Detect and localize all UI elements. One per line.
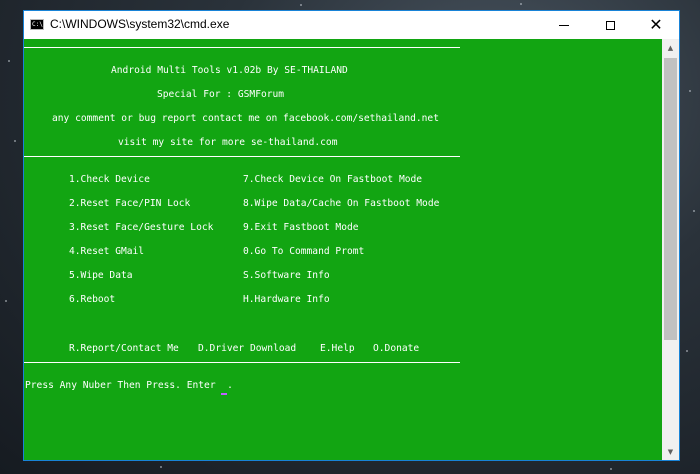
close-button[interactable]: ✕ (633, 11, 679, 39)
header-site: visit my site for more se-thailand.com (118, 137, 338, 148)
menu-item: 4.Reset GMail (69, 246, 145, 257)
menu-item: H.Hardware Info (243, 294, 330, 305)
cmd-window: C:\WINDOWS\system32\cmd.exe ✕ Android Mu… (23, 10, 680, 461)
divider-bottom (24, 362, 460, 363)
option-donate: O.Donate (373, 343, 420, 354)
menu-item: 9.Exit Fastboot Mode (243, 222, 359, 233)
close-icon: ✕ (649, 15, 663, 34)
command-prompt: Press Any Nuber Then Press. Enter . (25, 380, 233, 391)
window-title: C:\WINDOWS\system32\cmd.exe (50, 17, 230, 31)
menu-item: 7.Check Device On Fastboot Mode (243, 174, 423, 185)
title-bar[interactable]: C:\WINDOWS\system32\cmd.exe ✕ (24, 11, 679, 39)
option-driver-download: D.Driver Download (198, 343, 297, 354)
menu-item: 1.Check Device (69, 174, 150, 185)
scroll-down-arrow-icon[interactable]: ▼ (662, 443, 679, 460)
menu-item: 3.Reset Face/Gesture Lock (69, 222, 214, 233)
divider-top (24, 47, 460, 48)
option-help: E.Help (320, 343, 355, 354)
minimize-icon (559, 24, 569, 26)
option-report: R.Report/Contact Me (69, 343, 179, 354)
menu-item: 0.Go To Command Promt (243, 246, 365, 257)
divider-middle (24, 156, 460, 157)
menu-item: 8.Wipe Data/Cache On Fastboot Mode (243, 198, 440, 209)
scrollbar-thumb[interactable] (664, 58, 677, 340)
maximize-icon (605, 20, 615, 30)
console-output[interactable]: Android Multi Tools v1.02b By SE-THAILAN… (24, 39, 664, 460)
header-contact: any comment or bug report contact me on … (52, 113, 439, 124)
menu-item: S.Software Info (243, 270, 330, 281)
menu-item: 2.Reset Face/PIN Lock (69, 198, 191, 209)
vertical-scrollbar[interactable]: ▲ ▼ (662, 39, 679, 460)
header-title: Android Multi Tools v1.02b By SE-THAILAN… (111, 65, 348, 76)
text-cursor (221, 393, 227, 395)
menu-item: 5.Wipe Data (69, 270, 133, 281)
menu-item: 6.Reboot (69, 294, 116, 305)
cmd-app-icon[interactable] (30, 19, 44, 30)
maximize-button[interactable] (587, 11, 633, 39)
minimize-button[interactable] (541, 11, 587, 39)
header-special: Special For : GSMForum (157, 89, 285, 100)
scroll-up-arrow-icon[interactable]: ▲ (662, 39, 679, 56)
